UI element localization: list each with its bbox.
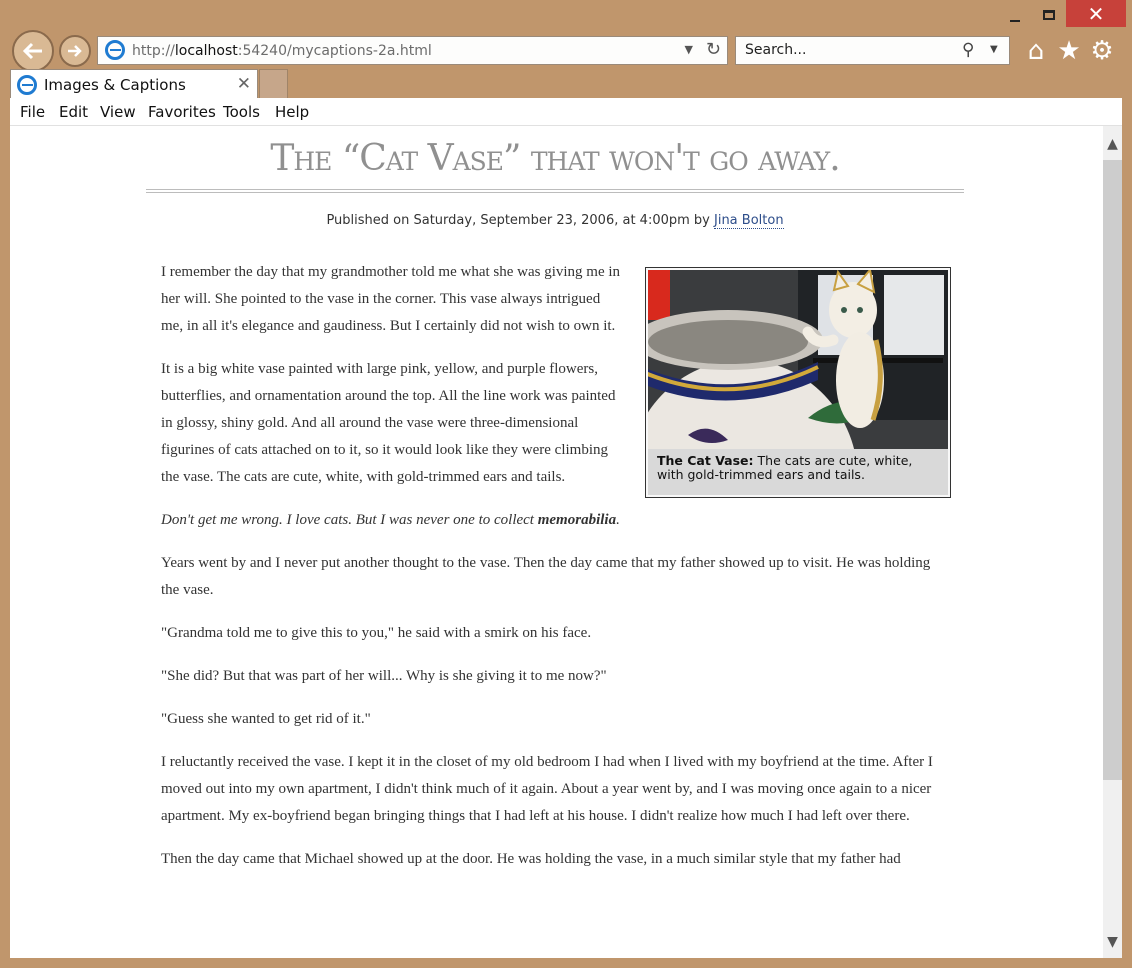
- figure-caption: The Cat Vase: The cats are cute, white, …: [648, 449, 948, 495]
- page-viewport: The “Cat Vase” that won't go away. Publi…: [10, 126, 1103, 958]
- paragraph: "Grandma told me to give this to you," h…: [161, 625, 592, 641]
- paragraph: Years went by and I never put another th…: [161, 555, 931, 598]
- back-button[interactable]: [12, 30, 54, 72]
- menu-file[interactable]: File: [20, 103, 45, 121]
- search-placeholder: Search...: [745, 42, 807, 58]
- caption-label: The Cat Vase:: [657, 453, 754, 468]
- menu-favorites[interactable]: Favorites: [148, 103, 216, 121]
- tab-title: Images & Captions: [44, 76, 186, 94]
- paragraph-italic: Don't get me wrong. I love cats. But I w…: [161, 512, 620, 528]
- menu-edit[interactable]: Edit: [59, 103, 88, 121]
- search-icon[interactable]: ⚲: [962, 40, 974, 60]
- paragraph: I reluctantly received the vase. I kept …: [161, 754, 933, 824]
- vertical-scrollbar[interactable]: ▲ ▼: [1103, 126, 1122, 958]
- forward-button[interactable]: [59, 35, 91, 67]
- paragraph: Then the day came that Michael showed up…: [161, 851, 901, 867]
- article-body: The Cat Vase: The cats are cute, white, …: [161, 259, 951, 889]
- forward-arrow-icon: [68, 45, 82, 57]
- paragraph: "Guess she wanted to get rid of it.": [161, 711, 371, 727]
- tab-images-captions[interactable]: Images & Captions ✕: [10, 69, 258, 99]
- close-button[interactable]: ✕: [1066, 0, 1126, 27]
- scroll-up-icon[interactable]: ▲: [1103, 136, 1122, 152]
- close-icon: ✕: [1087, 1, 1105, 26]
- author-link[interactable]: Jina Bolton: [714, 213, 784, 229]
- new-tab-button[interactable]: [259, 69, 288, 99]
- search-dropdown-icon[interactable]: ▼: [990, 44, 998, 55]
- gear-icon[interactable]: ⚙: [1087, 36, 1117, 66]
- menu-bar: File Edit View Favorites Tools Help: [10, 98, 1122, 126]
- minimize-button[interactable]: [1000, 0, 1030, 30]
- back-arrow-icon: [22, 42, 42, 60]
- title-divider: [146, 189, 964, 193]
- paragraph: "She did? But that was part of her will.…: [161, 668, 607, 684]
- menu-help[interactable]: Help: [275, 103, 309, 121]
- ie-logo-icon: [17, 75, 37, 95]
- scroll-down-icon[interactable]: ▼: [1103, 934, 1122, 950]
- home-icon[interactable]: ⌂: [1021, 36, 1051, 66]
- article-title: The “Cat Vase” that won't go away.: [270, 138, 840, 179]
- refresh-icon[interactable]: ↻: [706, 39, 721, 60]
- search-input[interactable]: Search... ⚲ ▼: [735, 36, 1010, 65]
- byline: Published on Saturday, September 23, 200…: [146, 213, 964, 229]
- address-url: http://localhost:54240/mycaptions-2a.htm…: [132, 42, 432, 59]
- cat-vase-photo: The Cat Vase: The cats are cute, white, …: [648, 270, 948, 495]
- address-bar[interactable]: http://localhost:54240/mycaptions-2a.htm…: [97, 36, 728, 65]
- scroll-thumb[interactable]: [1103, 160, 1122, 780]
- menu-view[interactable]: View: [100, 103, 136, 121]
- byline-text: Published on Saturday, September 23, 200…: [326, 213, 714, 228]
- favorites-star-icon[interactable]: ★: [1054, 36, 1084, 66]
- maximize-button[interactable]: [1035, 0, 1063, 30]
- figure: The Cat Vase: The cats are cute, white, …: [645, 267, 951, 498]
- ie-logo-icon: [105, 40, 125, 60]
- tab-close-icon[interactable]: ✕: [237, 74, 251, 94]
- address-dropdown-icon[interactable]: ▼: [685, 43, 693, 56]
- menu-tools[interactable]: Tools: [223, 103, 260, 121]
